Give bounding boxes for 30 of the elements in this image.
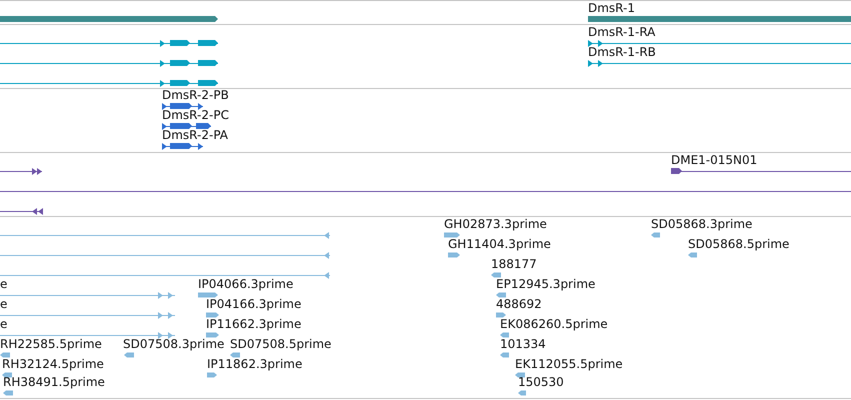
feature-label: DmsR-1-RB xyxy=(588,45,656,59)
feature-label: SD05868.5prime xyxy=(688,237,790,251)
feature-label: RH38491.5prime xyxy=(3,375,105,389)
feature-label: DmsR-2-PB xyxy=(162,89,229,102)
feature-label: EK086260.5prime xyxy=(500,317,608,331)
feature-label: IP04166.3prime xyxy=(206,297,302,311)
feature-label: SD07508.5prime xyxy=(230,337,332,351)
feature-label: 488692 xyxy=(496,297,542,311)
feature-label: GH11404.3prime xyxy=(448,237,551,251)
feature-label: DME1-015N01 xyxy=(671,153,758,167)
feature-label: e xyxy=(0,317,8,331)
feature-label: IP11862.3prime xyxy=(207,357,302,371)
feature-label: RH22585.5prime xyxy=(0,337,102,351)
feature-label: EP12945.3prime xyxy=(496,277,596,291)
feature-label: EK112055.5prime xyxy=(515,357,623,371)
feature-label: IP11662.3prime xyxy=(206,317,302,331)
feature-label: e xyxy=(0,297,8,311)
feature-label: DmsR-2-PC xyxy=(162,108,229,122)
feature-label: e xyxy=(0,277,8,291)
feature-label: 150530 xyxy=(518,375,564,389)
feature-label: DmsR-1-RA xyxy=(588,25,656,39)
feature-label: SD07508.3prime xyxy=(123,337,224,351)
feature-label: DmsR-2-PA xyxy=(162,128,228,142)
feature-label: RH32124.5prime xyxy=(2,357,104,371)
feature-label: 188177 xyxy=(491,257,537,271)
feature-label: SD05868.3prime xyxy=(651,217,752,231)
feature-label: DmsR-1 xyxy=(588,1,635,15)
feature-label: IP04066.3prime xyxy=(198,277,294,291)
feature-label: GH02873.3prime xyxy=(444,217,547,231)
feature-label: 101334 xyxy=(500,337,546,351)
